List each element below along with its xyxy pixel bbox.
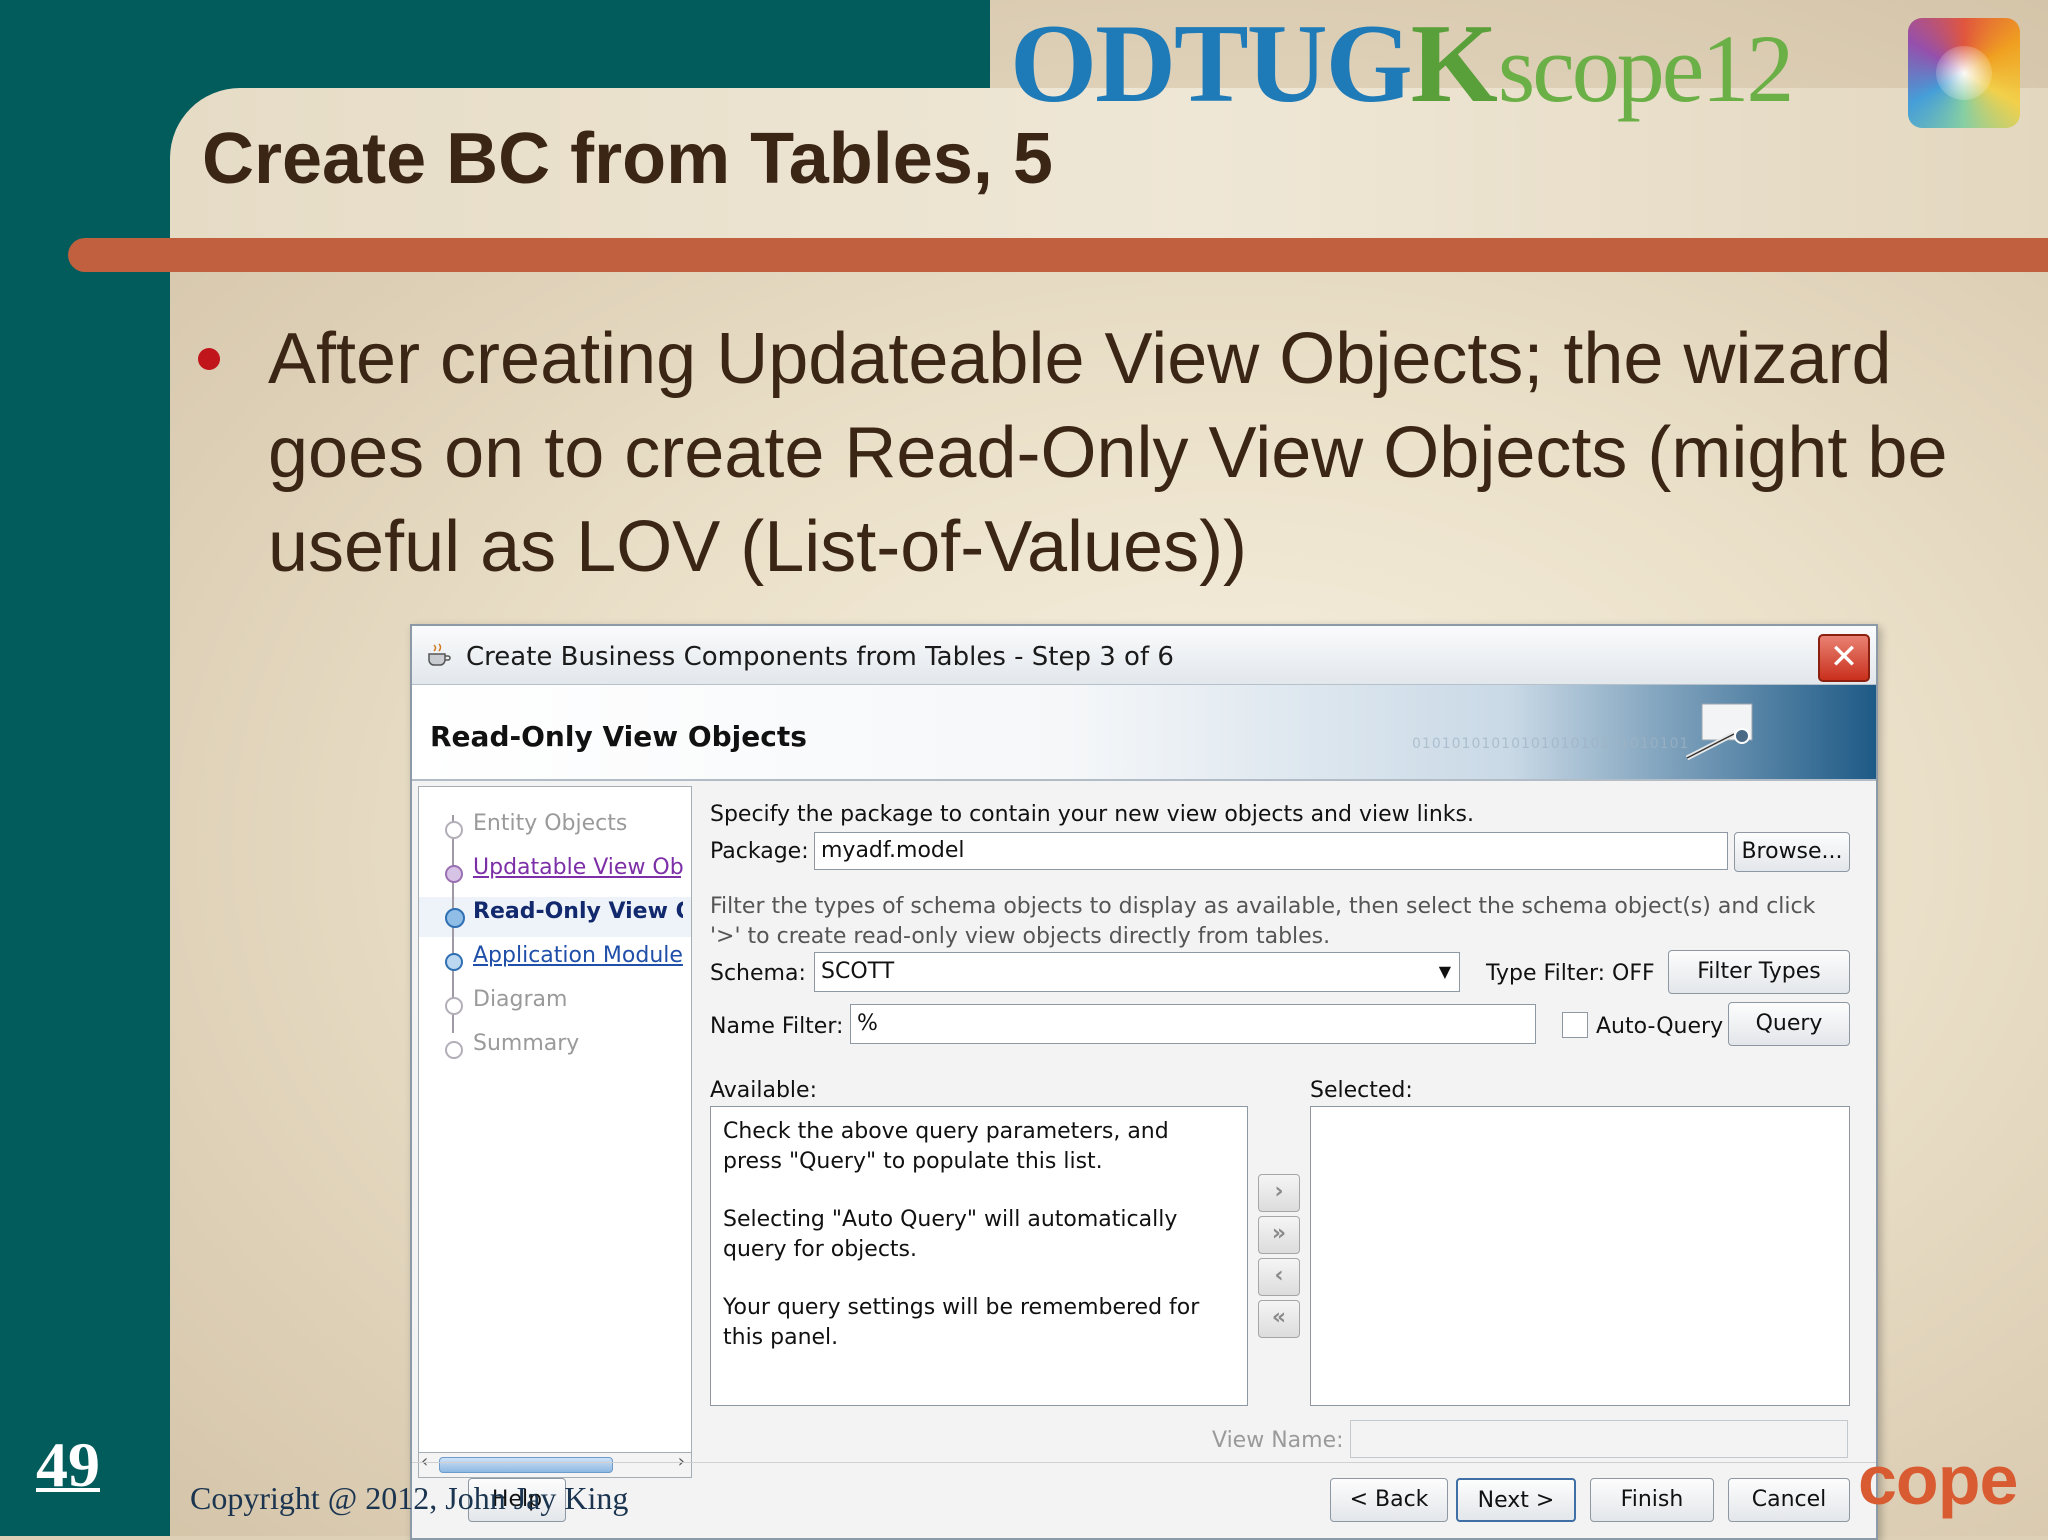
name-filter-input[interactable]: % xyxy=(850,1004,1536,1044)
view-name-input[interactable] xyxy=(1350,1420,1848,1458)
step-dot-icon xyxy=(445,821,463,839)
package-input[interactable]: myadf.model xyxy=(814,832,1728,870)
wizard-step-nav: Entity Objects Updatable View Objects Re… xyxy=(418,786,692,1458)
copyright-text: Copyright @ 2012, John Jay King xyxy=(190,1480,629,1516)
coffee-cup-icon xyxy=(428,643,451,666)
package-instructions: Specify the package to contain your new … xyxy=(710,802,1474,827)
footer-separator xyxy=(412,1462,1876,1463)
name-filter-label: Name Filter: xyxy=(710,1014,844,1039)
type-filter-status: Type Filter: OFF xyxy=(1486,961,1655,986)
step-dot-icon xyxy=(445,953,463,971)
wizard-dialog: Create Business Components from Tables -… xyxy=(410,624,1878,1540)
available-hint-query: Check the above query parameters, and pr… xyxy=(723,1119,1169,1174)
logo-odtug-text: ODTUG xyxy=(1010,2,1413,126)
schema-label: Schema: xyxy=(710,961,806,986)
auto-query-checkbox[interactable] xyxy=(1562,1012,1588,1038)
view-name-label: View Name: xyxy=(1212,1428,1344,1453)
schema-value: SCOTT xyxy=(821,959,895,984)
logo-scope-text: scope12 xyxy=(1497,15,1795,122)
finish-button[interactable]: Finish xyxy=(1590,1478,1714,1522)
chevron-down-icon[interactable]: ▼ xyxy=(1439,953,1451,991)
query-button[interactable]: Query xyxy=(1728,1002,1850,1046)
logo-k-text: K xyxy=(1410,2,1498,126)
nav-item-entity-objects[interactable]: Entity Objects xyxy=(473,811,683,836)
browse-button[interactable]: Browse... xyxy=(1734,832,1850,872)
nav-item-application-module[interactable]: Application Module xyxy=(473,943,683,968)
title-divider-bar xyxy=(68,238,2048,272)
nav-item-updatable-view-objects[interactable]: Updatable View Objects xyxy=(473,855,683,880)
back-button[interactable]: < Back xyxy=(1330,1478,1448,1522)
bullet-text: After creating Updateable View Objects; … xyxy=(268,319,1948,587)
step-title: Read-Only View Objects xyxy=(430,720,807,753)
available-label: Available: xyxy=(710,1078,817,1103)
step-dot-icon xyxy=(445,1041,463,1059)
move-left-icon[interactable]: ‹ xyxy=(1258,1258,1300,1296)
odtug-kscope-logo: ODTUGKscope12 xyxy=(1010,0,1794,126)
step-current-dot-icon xyxy=(445,908,465,928)
kscope-burst-icon xyxy=(1908,18,2020,128)
bullet-icon xyxy=(198,348,220,370)
slide-title: Create BC from Tables, 5 xyxy=(202,119,1053,199)
selected-list[interactable] xyxy=(1310,1106,1850,1406)
step-dot-icon xyxy=(445,997,463,1015)
step-dot-icon xyxy=(445,865,463,883)
wand-document-icon xyxy=(1685,703,1753,761)
scrollbar-thumb[interactable] xyxy=(439,1457,613,1473)
dialog-title: Create Business Components from Tables -… xyxy=(466,642,1174,672)
cancel-button[interactable]: Cancel xyxy=(1728,1478,1850,1522)
footer-scope-logo: cope xyxy=(1858,1441,2018,1519)
filter-instructions: Filter the types of schema objects to di… xyxy=(710,894,1816,949)
next-button[interactable]: Next > xyxy=(1456,1478,1576,1522)
move-right-icon[interactable]: › xyxy=(1258,1174,1300,1212)
close-button[interactable]: ✕ xyxy=(1818,634,1870,682)
available-list[interactable]: Check the above query parameters, and pr… xyxy=(710,1106,1248,1406)
nav-item-summary: Summary xyxy=(473,1031,580,1056)
move-all-right-icon[interactable]: » xyxy=(1258,1216,1300,1254)
package-label: Package: xyxy=(710,839,809,864)
header-binary-decoration: 0101010101010101010101010101 xyxy=(1412,736,1690,752)
schema-select[interactable]: SCOTT ▼ xyxy=(814,952,1460,992)
slide-number: 49 xyxy=(36,1429,100,1500)
left-teal-band xyxy=(0,0,170,1536)
available-hint-auto-query: Selecting "Auto Query" will automaticall… xyxy=(723,1207,1178,1262)
nav-item-diagram: Diagram xyxy=(473,987,568,1012)
nav-horizontal-scrollbar[interactable]: ‹ › xyxy=(418,1451,692,1478)
available-hint-remember: Your query settings will be remembered f… xyxy=(723,1295,1200,1350)
selected-label: Selected: xyxy=(1310,1078,1413,1103)
filter-types-button[interactable]: Filter Types xyxy=(1668,950,1850,994)
nav-item-read-only-view-objects[interactable]: Read-Only View Objects xyxy=(473,899,683,924)
auto-query-label: Auto-Query xyxy=(1596,1014,1724,1039)
dialog-titlebar[interactable]: Create Business Components from Tables -… xyxy=(412,626,1876,685)
top-teal-band xyxy=(0,0,990,88)
move-all-left-icon[interactable]: « xyxy=(1258,1300,1300,1338)
